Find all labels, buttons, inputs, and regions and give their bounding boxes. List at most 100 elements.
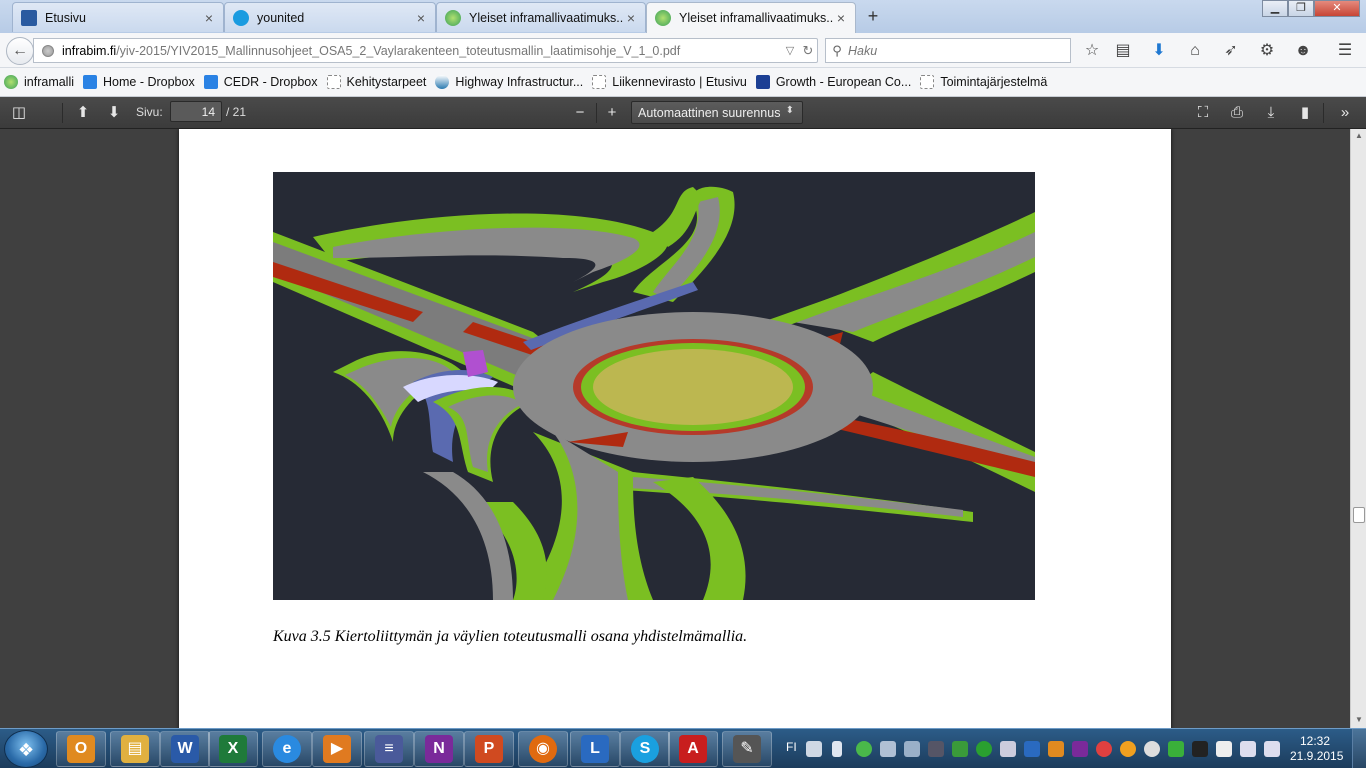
next-page-icon[interactable]: ⬇ bbox=[103, 103, 125, 123]
bookmark-label: inframalli bbox=[24, 75, 75, 89]
bookmark-home-dropbox[interactable]: Home - Dropbox bbox=[83, 75, 195, 89]
network-icon[interactable] bbox=[880, 741, 896, 757]
system-clock[interactable]: 12:32 21.9.2015 bbox=[1290, 734, 1343, 764]
tools-chevron-icon[interactable]: » bbox=[1334, 103, 1356, 123]
dropbox-tray-icon[interactable] bbox=[1024, 741, 1040, 757]
tools-icon[interactable] bbox=[928, 741, 944, 757]
minimize-button[interactable]: ▁ bbox=[1262, 0, 1288, 17]
tab-younited[interactable]: younited × bbox=[224, 2, 436, 32]
volume-icon[interactable] bbox=[1264, 741, 1280, 757]
send-icon[interactable]: ➶ bbox=[1220, 41, 1242, 61]
taskbar-app[interactable]: ✎ bbox=[722, 731, 772, 767]
blank-page-icon bbox=[326, 75, 341, 89]
bookmark-liikennevirasto[interactable]: Liikennevirasto | Etusivu bbox=[592, 75, 747, 89]
taskbar-app[interactable]: P bbox=[464, 731, 514, 767]
tab-etusivu[interactable]: Etusivu × bbox=[12, 2, 224, 32]
page-number-input[interactable] bbox=[170, 101, 222, 122]
bookmark-label: Growth - European Co... bbox=[775, 75, 912, 89]
update-icon[interactable] bbox=[1120, 741, 1136, 757]
internet-explorer-icon: e bbox=[273, 735, 301, 763]
signal-strength-icon[interactable] bbox=[1240, 741, 1256, 757]
antivirus-icon[interactable] bbox=[1096, 741, 1112, 757]
navigation-bar: infrabim.fi /yiv-2015/YIV2015_Mallinnuso… bbox=[0, 33, 1366, 68]
chat-icon[interactable]: ☻ bbox=[1292, 41, 1314, 61]
maximize-button[interactable]: ❐ bbox=[1288, 0, 1314, 17]
reading-list-icon[interactable]: ▤ bbox=[1112, 41, 1134, 61]
close-tab-icon[interactable]: × bbox=[623, 10, 639, 26]
pdf-viewer-area[interactable]: Kuva 3.5 Kiertoliittymän ja väylien tote… bbox=[0, 129, 1350, 728]
taskbar-app[interactable]: W bbox=[160, 731, 210, 767]
bookmark-icon[interactable]: ▮ bbox=[1294, 103, 1316, 123]
vertical-scrollbar[interactable]: ▲ ▼ bbox=[1350, 129, 1366, 728]
menu-icon[interactable]: ☰ bbox=[1334, 41, 1356, 61]
scroll-up-icon[interactable]: ▲ bbox=[1354, 131, 1364, 140]
taskbar-app[interactable]: ≡ bbox=[364, 731, 414, 767]
taskbar-app[interactable]: N bbox=[414, 731, 464, 767]
tab-inframalli-active[interactable]: Yleiset inframallivaatimuks... × bbox=[646, 2, 856, 33]
search-box[interactable]: ⚲ bbox=[825, 38, 1071, 63]
headset-icon[interactable] bbox=[1192, 741, 1208, 757]
bookmark-star-icon[interactable]: ☆ bbox=[1081, 41, 1103, 61]
zoom-select[interactable]: Automaattinen suurennus ⬍ bbox=[631, 101, 803, 124]
usb-icon[interactable] bbox=[1216, 741, 1232, 757]
taskbar-app[interactable]: S bbox=[620, 731, 670, 767]
display-icon[interactable] bbox=[904, 741, 920, 757]
close-window-button[interactable]: ✕ bbox=[1314, 0, 1360, 17]
taskbar-app[interactable]: L bbox=[570, 731, 620, 767]
new-tab-button[interactable]: + bbox=[862, 6, 884, 28]
downloads-icon[interactable]: ⬇ bbox=[1148, 41, 1170, 61]
search-input[interactable] bbox=[848, 43, 1070, 58]
keyboard-icon[interactable] bbox=[806, 741, 822, 757]
taskbar-app[interactable]: ▤ bbox=[110, 731, 160, 767]
url-dropdown-icon[interactable]: ▽ bbox=[781, 44, 799, 57]
search-icon: ⚲ bbox=[832, 42, 842, 58]
close-tab-icon[interactable]: × bbox=[201, 10, 217, 26]
clock-time: 12:32 bbox=[1299, 734, 1331, 748]
print-icon[interactable]: ⎙ bbox=[1226, 103, 1248, 123]
green-status-icon[interactable] bbox=[1168, 741, 1184, 757]
start-button[interactable]: ❖ bbox=[4, 730, 48, 768]
sync-icon[interactable] bbox=[976, 741, 992, 757]
bookmark-kehitystarpeet[interactable]: Kehitystarpeet bbox=[326, 75, 426, 89]
close-tab-icon[interactable]: × bbox=[413, 10, 429, 26]
bookmark-toimintajarjestelma[interactable]: Toimintajärjestelmä bbox=[920, 75, 1047, 89]
fullscreen-icon[interactable]: ⛶ bbox=[1192, 103, 1214, 123]
bookmark-inframalli[interactable]: inframalli bbox=[4, 75, 74, 89]
previous-page-icon[interactable]: ⬆ bbox=[72, 103, 94, 123]
tab-label: Yleiset inframallivaatimuks... bbox=[679, 11, 833, 25]
close-tab-icon[interactable]: × bbox=[833, 10, 849, 26]
address-bar[interactable]: infrabim.fi /yiv-2015/YIV2015_Mallinnuso… bbox=[33, 38, 818, 63]
settings-gear-icon[interactable]: ⚙ bbox=[1256, 41, 1278, 61]
outlook-tray-icon[interactable] bbox=[1048, 741, 1064, 757]
taskbar-app[interactable]: O bbox=[56, 731, 106, 767]
home-icon[interactable]: ⌂ bbox=[1184, 41, 1206, 61]
sidebar-toggle-icon[interactable]: ◫ bbox=[8, 103, 30, 123]
scrollbar-thumb[interactable] bbox=[1353, 507, 1365, 523]
back-button[interactable]: ← bbox=[6, 37, 34, 65]
security-shield-icon[interactable] bbox=[952, 741, 968, 757]
toolbar-divider bbox=[1323, 103, 1324, 123]
scroll-down-icon[interactable]: ▼ bbox=[1354, 715, 1364, 724]
monitor-icon[interactable] bbox=[1000, 741, 1016, 757]
onenote-tray-icon[interactable] bbox=[1072, 741, 1088, 757]
taskbar-app[interactable]: X bbox=[208, 731, 258, 767]
save-download-icon[interactable]: ⤓ bbox=[1260, 103, 1282, 123]
wifi-icon[interactable] bbox=[856, 741, 872, 757]
dropbox-icon bbox=[203, 75, 218, 89]
clock-sync-icon[interactable] bbox=[1144, 741, 1160, 757]
bookmark-cedr-dropbox[interactable]: CEDR - Dropbox bbox=[203, 75, 318, 89]
language-indicator[interactable]: FI bbox=[786, 740, 797, 754]
taskbar-app[interactable]: e bbox=[262, 731, 312, 767]
taskbar-app[interactable]: A bbox=[668, 731, 718, 767]
zoom-out-button[interactable]: − bbox=[569, 103, 591, 123]
reload-icon[interactable]: ↻ bbox=[799, 43, 817, 59]
bookmark-growth-european[interactable]: Growth - European Co... bbox=[755, 75, 912, 89]
bluetooth-icon[interactable] bbox=[832, 741, 842, 757]
bookmark-highway-infrastructure[interactable]: Highway Infrastructur... bbox=[435, 75, 583, 89]
tab-inframalli-1[interactable]: Yleiset inframallivaatimuks... × bbox=[436, 2, 646, 32]
taskbar-app[interactable]: ▶ bbox=[312, 731, 362, 767]
taskbar-app[interactable]: ◉ bbox=[518, 731, 568, 767]
onenote-icon: N bbox=[425, 735, 453, 763]
zoom-in-button[interactable]: + bbox=[601, 103, 623, 123]
show-desktop-button[interactable] bbox=[1352, 729, 1366, 768]
